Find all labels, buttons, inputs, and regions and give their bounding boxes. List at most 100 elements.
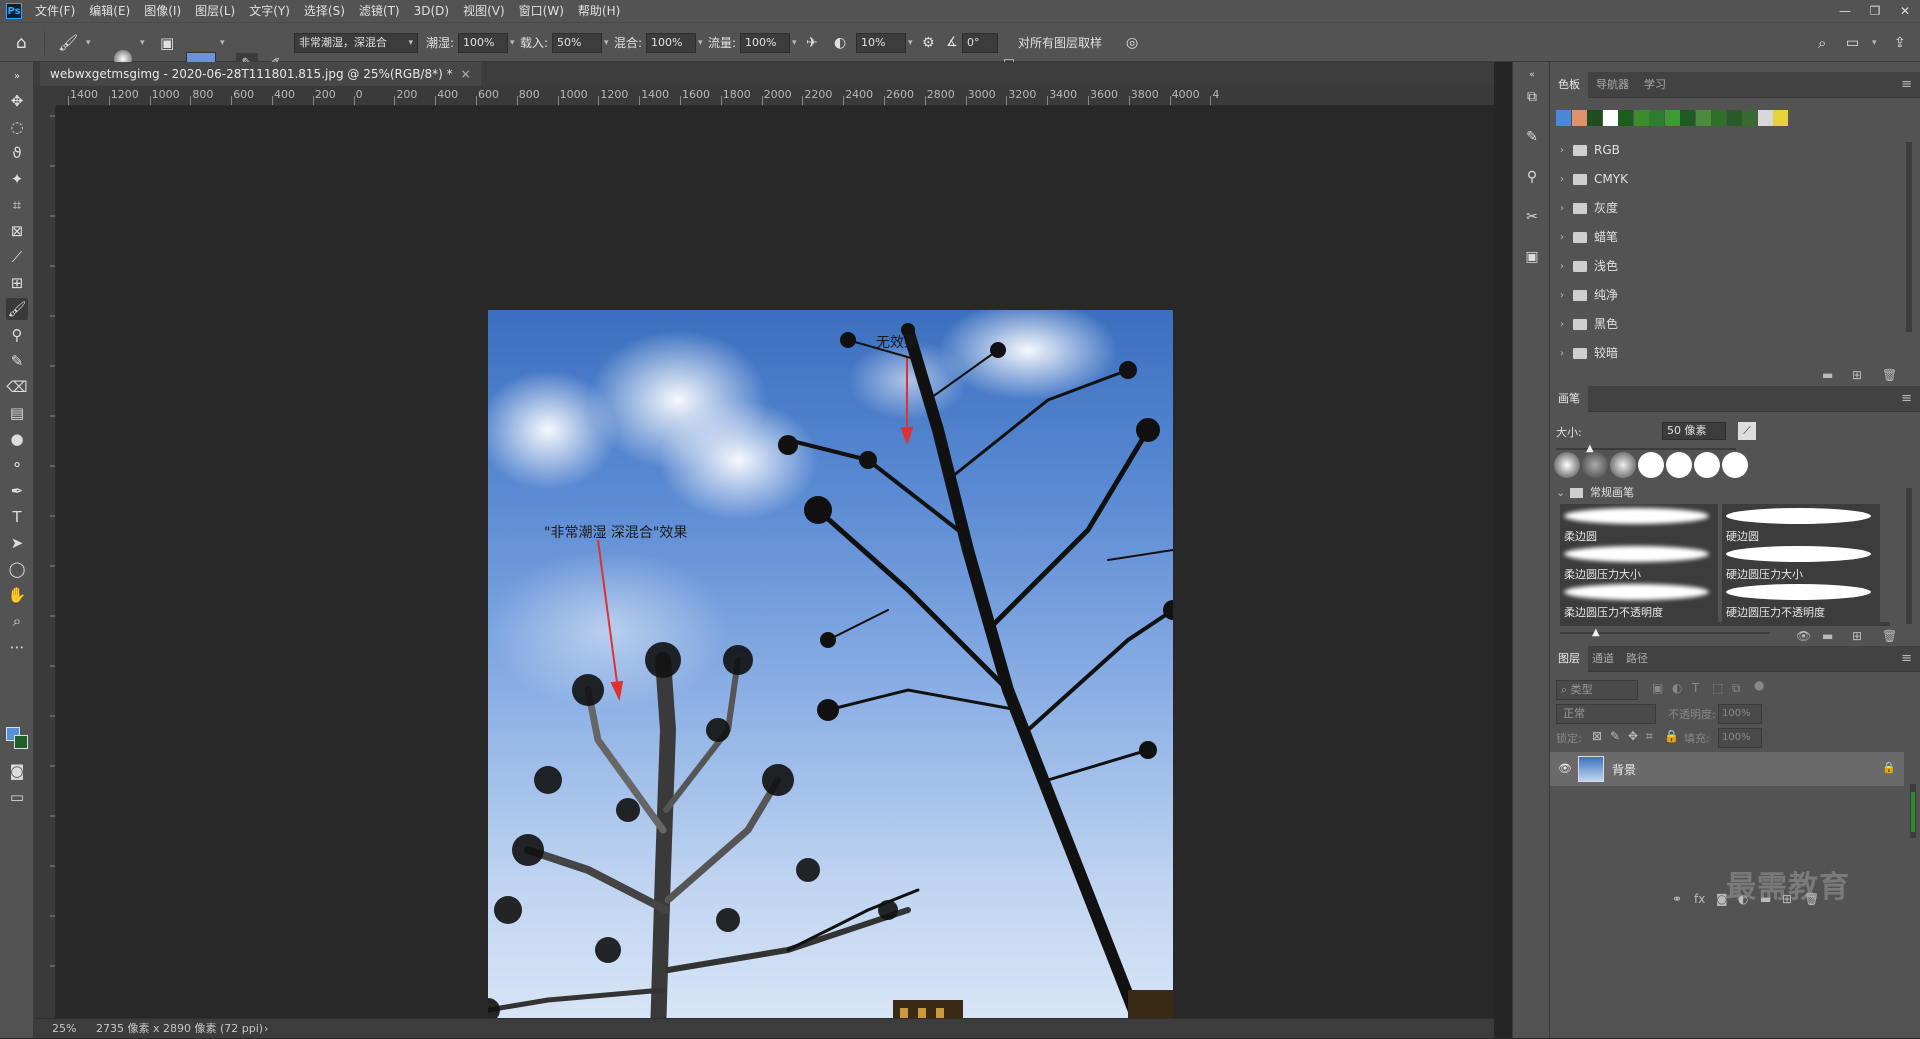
wet-input[interactable]: 100%: [458, 33, 508, 53]
healing-brush-tool-icon[interactable]: ⊞: [6, 272, 28, 294]
brush-picker-chevron-down-icon[interactable]: ▾: [140, 23, 145, 63]
tab-layers[interactable]: 图层: [1550, 646, 1588, 672]
layer-row-background[interactable]: 👁 背景 🔒: [1550, 752, 1904, 786]
lock-artboard-icon[interactable]: ⌗: [1646, 729, 1653, 744]
history-brush-tool-icon[interactable]: ✎: [6, 350, 28, 372]
tool-preset-chevron-down-icon[interactable]: ▾: [86, 23, 91, 63]
eyedropper-tool-icon[interactable]: ⟋: [6, 246, 28, 268]
swatch-group-black[interactable]: › 黑色: [1550, 310, 1900, 339]
flow-chevron-down-icon[interactable]: ▾: [792, 23, 797, 63]
smoothing-chevron-down-icon[interactable]: ▾: [908, 23, 913, 63]
swatch-group-cmyk[interactable]: › CMYK: [1550, 165, 1900, 194]
search-icon[interactable]: ⌕: [1818, 23, 1826, 63]
swatch-color[interactable]: [1556, 110, 1571, 126]
lock-transparent-icon[interactable]: ⊠: [1592, 729, 1602, 743]
filter-smart-object-icon[interactable]: ⧉: [1732, 681, 1741, 696]
opacity-input[interactable]: 100%: [1718, 704, 1762, 724]
menu-3d[interactable]: 3D(D): [407, 0, 456, 22]
link-layers-icon[interactable]: ⚭: [1672, 892, 1682, 906]
magic-wand-tool-icon[interactable]: ✦: [6, 168, 28, 190]
recent-brush-hard-2[interactable]: [1666, 452, 1692, 478]
new-brush-icon[interactable]: ⊞: [1852, 629, 1862, 643]
load-chevron-down-icon[interactable]: ▾: [604, 23, 609, 63]
tab-paths[interactable]: 路径: [1618, 646, 1656, 672]
airbrush-icon[interactable]: ✈: [806, 23, 818, 63]
ellipse-tool-icon[interactable]: ◯: [6, 558, 28, 580]
delete-brush-icon[interactable]: 🗑: [1882, 629, 1897, 643]
swatch-color[interactable]: [1711, 110, 1726, 126]
fill-input[interactable]: 100%: [1718, 728, 1762, 748]
gradient-tool-icon[interactable]: ▤: [6, 402, 28, 424]
document-tab[interactable]: webwxgetmsgimg - 2020-06-28T111801.815.j…: [40, 62, 481, 86]
recent-brush-hard-3[interactable]: [1694, 452, 1720, 478]
swatch-color[interactable]: [1757, 110, 1773, 126]
fx-icon[interactable]: fx: [1694, 892, 1705, 906]
swatches-scrollbar[interactable]: [1906, 142, 1912, 332]
blur-tool-icon[interactable]: ●: [6, 428, 28, 450]
brushes-panel-menu-icon[interactable]: ≡: [1901, 386, 1912, 412]
history-panel-icon[interactable]: ⧉: [1521, 86, 1543, 108]
mix-input[interactable]: 100%: [646, 33, 696, 53]
swatch-color[interactable]: [1742, 110, 1757, 126]
expand-arrows-icon[interactable]: «: [1521, 64, 1543, 86]
new-group-folder-icon[interactable]: ▬: [1822, 368, 1833, 382]
swatch-color[interactable]: [1695, 110, 1711, 126]
move-tool-icon[interactable]: ✥: [6, 90, 28, 112]
blend-mode-select[interactable]: 正常: [1556, 704, 1656, 724]
filter-type-icon[interactable]: T: [1692, 681, 1699, 695]
swatch-color[interactable]: [1680, 110, 1695, 126]
new-swatch-icon[interactable]: ⊞: [1852, 368, 1862, 382]
background-color-swatch[interactable]: [14, 735, 28, 749]
lock-all-icon[interactable]: 🔒: [1664, 729, 1679, 743]
layer-filter-select[interactable]: ⌕ 类型: [1556, 680, 1638, 700]
clone-stamp-tool-icon[interactable]: ⚲: [6, 324, 28, 346]
quick-mask-icon[interactable]: ◙: [6, 760, 28, 782]
brush-hard-round[interactable]: 硬边圆: [1722, 504, 1880, 546]
swatch-group-pure[interactable]: › 纯净: [1550, 281, 1900, 310]
lock-position-icon[interactable]: ✥: [1628, 729, 1638, 743]
brush-angle-icon[interactable]: ⟋: [1738, 422, 1756, 440]
lasso-tool-icon[interactable]: ϑ: [6, 142, 28, 164]
swatch-group-rgb[interactable]: › RGB: [1550, 136, 1900, 165]
tab-channels[interactable]: 通道: [1584, 646, 1622, 672]
menu-type[interactable]: 文字(Y): [242, 0, 297, 22]
adjustment-layer-icon[interactable]: ◐: [1738, 892, 1748, 906]
filter-shape-icon[interactable]: ⬚: [1712, 681, 1723, 695]
filter-pixel-icon[interactable]: ▣: [1652, 681, 1663, 695]
canvas-area[interactable]: 无效果 "非常潮湿 深混合"效果: [56, 106, 1494, 1034]
brush-settings-icon[interactable]: ▣: [160, 23, 174, 63]
new-group-icon[interactable]: ▬: [1760, 892, 1771, 906]
add-mask-icon[interactable]: ◙: [1716, 892, 1728, 906]
type-tool-icon[interactable]: T: [6, 506, 28, 528]
layers-panel-menu-icon[interactable]: ≡: [1901, 646, 1912, 672]
tool-presets-panel-icon[interactable]: ✂: [1521, 206, 1543, 228]
menu-window[interactable]: 窗口(W): [512, 0, 571, 22]
clone-source-panel-icon[interactable]: ⚲: [1521, 166, 1543, 188]
menu-view[interactable]: 视图(V): [456, 0, 512, 22]
recent-brush-scatter[interactable]: [1582, 452, 1608, 478]
zoom-level[interactable]: 25%: [52, 1019, 76, 1039]
menu-layer[interactable]: 图层(L): [188, 0, 242, 22]
swatch-color[interactable]: [1726, 110, 1742, 126]
workspace-chevron-down-icon[interactable]: ▾: [1872, 23, 1877, 63]
flow-input[interactable]: 100%: [740, 33, 790, 53]
recent-brush-hard-4[interactable]: [1722, 452, 1748, 478]
swatch-color[interactable]: [1602, 110, 1618, 126]
brush-soft-round-pressure-size[interactable]: 柔边圆压力大小: [1560, 542, 1718, 584]
brush-settings-panel-icon[interactable]: ✎: [1521, 126, 1543, 148]
dodge-tool-icon[interactable]: ⚬: [6, 454, 28, 476]
angle-input[interactable]: 0°: [962, 33, 998, 53]
menu-select[interactable]: 选择(S): [297, 0, 352, 22]
screen-mode-icon[interactable]: ▭: [6, 786, 28, 808]
filter-adjustment-icon[interactable]: ◐: [1672, 681, 1682, 695]
mixer-brush-tool-icon[interactable]: 🖌: [6, 298, 28, 320]
eraser-tool-icon[interactable]: ⌫: [6, 376, 28, 398]
more-tools-icon[interactable]: ⋯: [6, 636, 28, 658]
swatch-color[interactable]: [1649, 110, 1664, 126]
swatch-group-darker[interactable]: › 较暗: [1550, 339, 1900, 368]
layer-visibility-eye-icon[interactable]: 👁: [1558, 762, 1572, 775]
swatch-group-grayscale[interactable]: › 灰度: [1550, 194, 1900, 223]
layer-name[interactable]: 背景: [1612, 761, 1636, 778]
mixer-brush-tool-icon[interactable]: 🖌: [58, 23, 78, 63]
swatch-color[interactable]: [1571, 110, 1587, 126]
